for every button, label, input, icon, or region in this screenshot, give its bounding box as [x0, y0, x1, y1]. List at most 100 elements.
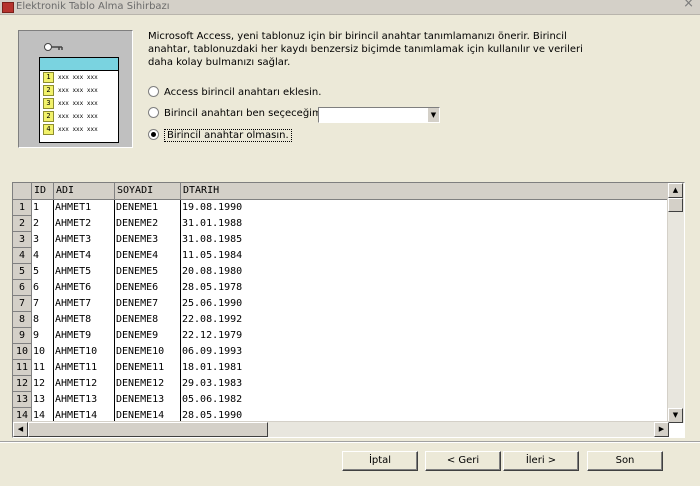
cell-dtarih[interactable]: 22.12.1979 — [181, 328, 669, 344]
row-selector[interactable]: 6 — [13, 280, 32, 296]
cell-adi[interactable]: AHMET9 — [54, 328, 115, 344]
scroll-thumb[interactable] — [668, 198, 683, 212]
table-row[interactable]: 4 4 AHMET4 DENEME4 11.05.1984 — [13, 248, 669, 264]
cell-dtarih[interactable]: 22.08.1992 — [181, 312, 669, 328]
cell-adi[interactable]: AHMET11 — [54, 360, 115, 376]
table-row[interactable]: 1 1 AHMET1 DENEME1 19.08.1990 — [13, 200, 669, 216]
table-row[interactable]: 6 6 AHMET6 DENEME6 28.05.1978 — [13, 280, 669, 296]
cell-dtarih[interactable]: 25.06.1990 — [181, 296, 669, 312]
cell-id[interactable]: 4 — [32, 248, 54, 264]
cell-adi[interactable]: AHMET7 — [54, 296, 115, 312]
finish-button[interactable]: Son — [587, 451, 663, 471]
cell-dtarih[interactable]: 20.08.1980 — [181, 264, 669, 280]
table-row[interactable]: 3 3 AHMET3 DENEME3 31.08.1985 — [13, 232, 669, 248]
cell-id[interactable]: 2 — [32, 216, 54, 232]
row-selector[interactable]: 8 — [13, 312, 32, 328]
radio-button[interactable] — [148, 106, 159, 118]
cell-adi[interactable]: AHMET3 — [54, 232, 115, 248]
key-field-combo[interactable]: ▼ — [318, 107, 440, 123]
row-selector[interactable]: 5 — [13, 264, 32, 280]
cell-dtarih[interactable]: 28.05.1978 — [181, 280, 669, 296]
table-row[interactable]: 2 2 AHMET2 DENEME2 31.01.1988 — [13, 216, 669, 232]
cell-soyadi[interactable]: DENEME13 — [115, 392, 181, 408]
cell-dtarih[interactable]: 19.08.1990 — [181, 200, 669, 216]
table-row[interactable]: 7 7 AHMET7 DENEME7 25.06.1990 — [13, 296, 669, 312]
cell-adi[interactable]: AHMET4 — [54, 248, 115, 264]
cell-adi[interactable]: AHMET10 — [54, 344, 115, 360]
cancel-button[interactable]: İptal — [342, 451, 418, 471]
cell-dtarih[interactable]: 31.08.1985 — [181, 232, 669, 248]
option-choose-key[interactable]: Birincil anahtarı ben seçeceğim. — [148, 106, 325, 121]
next-button[interactable]: İleri > — [503, 451, 579, 471]
row-selector[interactable]: 12 — [13, 376, 32, 392]
cell-id[interactable]: 8 — [32, 312, 54, 328]
row-selector[interactable]: 1 — [13, 200, 32, 216]
cell-id[interactable]: 7 — [32, 296, 54, 312]
horizontal-scrollbar[interactable]: ◀ ▶ — [13, 421, 669, 437]
cell-adi[interactable]: AHMET12 — [54, 376, 115, 392]
cell-id[interactable]: 1 — [32, 200, 54, 216]
table-row[interactable]: 9 9 AHMET9 DENEME9 22.12.1979 — [13, 328, 669, 344]
table-row[interactable]: 5 5 AHMET5 DENEME5 20.08.1980 — [13, 264, 669, 280]
table-row[interactable]: 13 13 AHMET13 DENEME13 05.06.1982 — [13, 392, 669, 408]
row-selector[interactable]: 13 — [13, 392, 32, 408]
table-row[interactable]: 11 11 AHMET11 DENEME11 18.01.1981 — [13, 360, 669, 376]
preview-grid[interactable]: ID ADI SOYADI DTARIH 1 1 AHMET1 DENEME1 19.0… — [12, 182, 685, 438]
cell-id[interactable]: 6 — [32, 280, 54, 296]
cell-id[interactable]: 13 — [32, 392, 54, 408]
cell-dtarih[interactable]: 18.01.1981 — [181, 360, 669, 376]
cell-adi[interactable]: AHMET2 — [54, 216, 115, 232]
vertical-scrollbar[interactable]: ▲ ▼ — [667, 183, 684, 423]
cell-soyadi[interactable]: DENEME3 — [115, 232, 181, 248]
row-selector[interactable]: 10 — [13, 344, 32, 360]
cell-id[interactable]: 3 — [32, 232, 54, 248]
radio-button[interactable] — [148, 85, 159, 97]
row-selector[interactable]: 4 — [13, 248, 32, 264]
cell-soyadi[interactable]: DENEME5 — [115, 264, 181, 280]
scroll-up-icon[interactable]: ▲ — [668, 183, 683, 198]
cell-dtarih[interactable]: 31.01.1988 — [181, 216, 669, 232]
cell-soyadi[interactable]: DENEME12 — [115, 376, 181, 392]
cell-soyadi[interactable]: DENEME11 — [115, 360, 181, 376]
cell-adi[interactable]: AHMET8 — [54, 312, 115, 328]
option-no-key[interactable]: Birincil anahtar olmasın. — [148, 128, 292, 143]
table-row[interactable]: 12 12 AHMET12 DENEME12 29.03.1983 — [13, 376, 669, 392]
cell-soyadi[interactable]: DENEME7 — [115, 296, 181, 312]
table-row[interactable]: 8 8 AHMET8 DENEME8 22.08.1992 — [13, 312, 669, 328]
cell-adi[interactable]: AHMET6 — [54, 280, 115, 296]
column-header-id[interactable]: ID — [32, 183, 54, 199]
scroll-left-icon[interactable]: ◀ — [13, 422, 28, 437]
option-add-key[interactable]: Access birincil anahtarı eklesin. — [148, 85, 321, 100]
cell-id[interactable]: 11 — [32, 360, 54, 376]
cell-dtarih[interactable]: 06.09.1993 — [181, 344, 669, 360]
cell-soyadi[interactable]: DENEME1 — [115, 200, 181, 216]
cell-soyadi[interactable]: DENEME6 — [115, 280, 181, 296]
row-selector[interactable]: 11 — [13, 360, 32, 376]
table-row[interactable]: 10 10 AHMET10 DENEME10 06.09.1993 — [13, 344, 669, 360]
scroll-down-icon[interactable]: ▼ — [668, 408, 683, 423]
cell-id[interactable]: 9 — [32, 328, 54, 344]
column-header-soyadi[interactable]: SOYADI — [115, 183, 181, 199]
cell-dtarih[interactable]: 05.06.1982 — [181, 392, 669, 408]
back-button[interactable]: < Geri — [425, 451, 501, 471]
scroll-thumb[interactable] — [28, 422, 268, 437]
row-selector[interactable]: 3 — [13, 232, 32, 248]
chevron-down-icon[interactable]: ▼ — [427, 108, 439, 122]
cell-dtarih[interactable]: 11.05.1984 — [181, 248, 669, 264]
radio-button-selected[interactable] — [148, 128, 159, 140]
row-selector[interactable]: 9 — [13, 328, 32, 344]
cell-adi[interactable]: AHMET13 — [54, 392, 115, 408]
column-header-adi[interactable]: ADI — [54, 183, 115, 199]
cell-adi[interactable]: AHMET1 — [54, 200, 115, 216]
cell-id[interactable]: 5 — [32, 264, 54, 280]
column-header-dtarih[interactable]: DTARIH — [181, 183, 669, 199]
scroll-right-icon[interactable]: ▶ — [654, 422, 669, 437]
cell-soyadi[interactable]: DENEME10 — [115, 344, 181, 360]
row-selector[interactable]: 7 — [13, 296, 32, 312]
cell-soyadi[interactable]: DENEME2 — [115, 216, 181, 232]
cell-id[interactable]: 12 — [32, 376, 54, 392]
cell-id[interactable]: 10 — [32, 344, 54, 360]
row-selector[interactable]: 2 — [13, 216, 32, 232]
cell-soyadi[interactable]: DENEME4 — [115, 248, 181, 264]
close-icon[interactable]: × — [683, 0, 694, 11]
